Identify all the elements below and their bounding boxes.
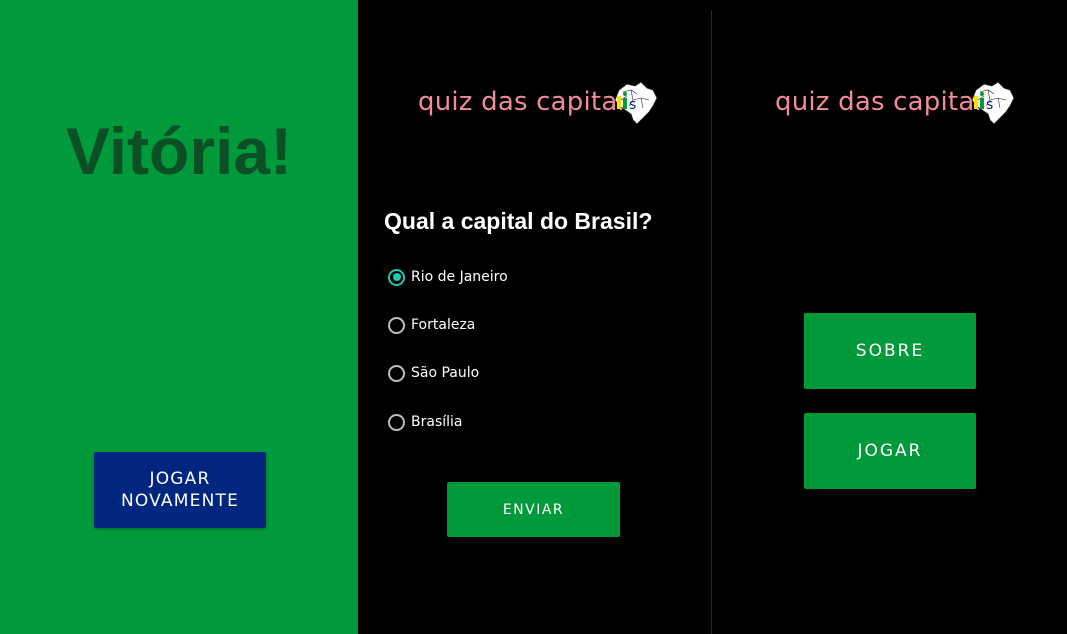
submit-button[interactable]: ENVIAR (447, 482, 620, 537)
about-button[interactable]: SOBRE (804, 313, 976, 389)
answer-option-fortaleza[interactable]: Fortaleza (388, 315, 475, 335)
brazil-map-icon: s (614, 81, 658, 125)
svg-text:s: s (986, 97, 993, 113)
victory-screen: Vitória! JOGAR NOVAMENTE (0, 0, 358, 634)
radio-unselected-icon[interactable] (388, 413, 405, 431)
radio-selected-icon[interactable] (388, 268, 405, 286)
answer-option-label: São Paulo (411, 365, 480, 381)
answer-option-brasilia[interactable]: Brasília (388, 412, 462, 432)
radio-unselected-icon[interactable] (388, 316, 405, 334)
play-again-label-line2: NOVAMENTE (120, 491, 240, 511)
quiz-logo: quiz das capitais s (418, 76, 661, 128)
answer-option-label: Fortaleza (411, 317, 476, 333)
svg-text:s: s (629, 97, 636, 113)
logo-text: quiz das capitais (418, 87, 639, 117)
play-again-label-line1: JOGAR (149, 469, 211, 489)
victory-title: Vitória! (65, 114, 293, 188)
brazil-map-icon: s (971, 81, 1015, 125)
logo-text: quiz das capitais (775, 87, 996, 117)
play-button[interactable]: JOGAR (804, 413, 976, 489)
radio-unselected-icon[interactable] (388, 364, 405, 382)
question-text: Qual a capital do Brasil? (384, 208, 653, 234)
answer-option-sao-paulo[interactable]: São Paulo (388, 363, 479, 383)
answer-option-label: Rio de Janeiro (411, 269, 508, 285)
answer-option-rio-de-janeiro[interactable]: Rio de Janeiro (388, 267, 508, 287)
answer-option-label: Brasília (411, 414, 463, 430)
play-again-button[interactable]: JOGAR NOVAMENTE (94, 452, 266, 528)
home-logo: quiz das capitais s (775, 76, 1018, 128)
app-stage: Vitória! JOGAR NOVAMENTE quiz das capita… (0, 0, 1067, 634)
